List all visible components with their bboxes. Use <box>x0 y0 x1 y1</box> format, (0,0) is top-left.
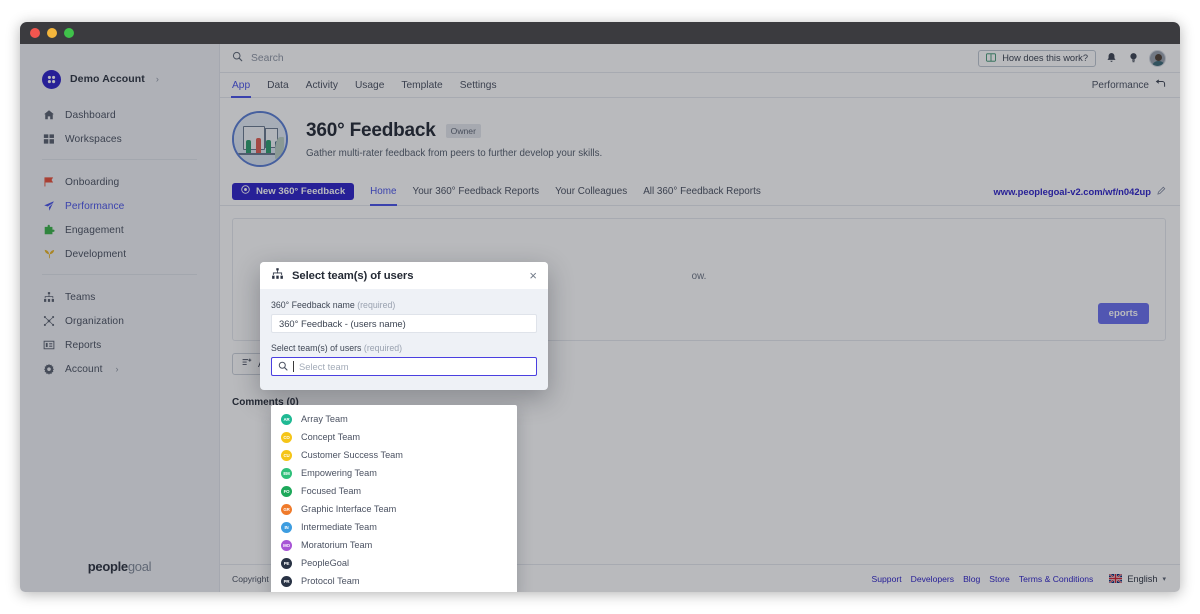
team-option-graphic-interface-team[interactable]: GR Graphic Interface Team <box>271 500 517 518</box>
feedback-name-input[interactable]: 360° Feedback - (users name) <box>271 314 537 333</box>
text-caret <box>293 361 294 372</box>
team-avatar: AR <box>281 413 292 425</box>
modal-title: Select team(s) of users <box>292 269 414 282</box>
close-icon[interactable]: × <box>529 269 537 282</box>
team-option-peoplegoal[interactable]: PE PeopleGoal <box>271 554 517 572</box>
feedback-name-label-text: 360° Feedback name <box>271 300 355 310</box>
team-option-intermediate-team[interactable]: IN Intermediate Team <box>271 518 517 536</box>
team-avatar: MO <box>281 539 292 551</box>
modal-overlay[interactable] <box>20 44 1180 592</box>
team-option-label: Intermediate Team <box>301 522 377 532</box>
team-option-moratorium-team[interactable]: MO Moratorium Team <box>271 536 517 554</box>
close-window-button[interactable] <box>30 28 40 38</box>
team-option-empowering-team[interactable]: EM Empowering Team <box>271 464 517 482</box>
team-option-label: Customer Success Team <box>301 450 403 460</box>
team-option-label: Empowering Team <box>301 468 377 478</box>
team-option-label: Array Team <box>301 414 348 424</box>
required-hint: (required) <box>357 300 396 310</box>
desktop-background: Demo Account › Dashboard Workspaces Onbo… <box>0 0 1200 614</box>
team-option-label: Protocol Team <box>301 576 360 586</box>
team-option-label: PeopleGoal <box>301 558 350 568</box>
modal-header: Select team(s) of users × <box>260 262 548 289</box>
team-search-input[interactable]: Select team <box>271 357 537 376</box>
team-option-label: Focused Team <box>301 486 362 496</box>
maximize-window-button[interactable] <box>64 28 74 38</box>
team-avatar: CO <box>281 431 292 443</box>
minimize-window-button[interactable] <box>47 28 57 38</box>
team-options-dropdown[interactable]: AR Array Team CO Concept Team CU Custome… <box>271 405 517 592</box>
team-search-placeholder: Select team <box>299 361 349 372</box>
org-chart-icon <box>271 267 284 285</box>
team-option-protocol-team[interactable]: PR Protocol Team <box>271 572 517 590</box>
team-avatar: PR <box>281 575 292 587</box>
team-avatar: FO <box>281 485 292 497</box>
team-option-label: Graphic Interface Team <box>301 504 397 514</box>
team-option-label: Moratorium Team <box>301 540 373 550</box>
feedback-name-value: 360° Feedback - (users name) <box>279 318 406 329</box>
window-titlebar <box>20 22 1180 44</box>
team-avatar: EM <box>281 467 292 479</box>
team-option-concept-team[interactable]: CO Concept Team <box>271 428 517 446</box>
modal-body: 360° Feedback name (required) 360° Feedb… <box>260 289 548 592</box>
select-team-label: Select team(s) of users (required) <box>271 343 537 353</box>
team-option-label: Concept Team <box>301 432 361 442</box>
team-avatar: CU <box>281 449 292 461</box>
team-avatar: PE <box>281 557 292 569</box>
required-hint: (required) <box>363 343 403 353</box>
browser-window: Demo Account › Dashboard Workspaces Onbo… <box>20 22 1180 592</box>
team-option-array-team[interactable]: AR Array Team <box>271 410 517 428</box>
team-option-customer-success-team[interactable]: CU Customer Success Team <box>271 446 517 464</box>
team-avatar: IN <box>281 521 292 533</box>
search-icon <box>278 358 288 376</box>
team-avatar: GR <box>281 503 292 515</box>
select-teams-modal: Select team(s) of users × 360° Feedback … <box>260 262 548 592</box>
team-option-focused-team[interactable]: FO Focused Team <box>271 482 517 500</box>
select-team-label-text: Select team(s) of users <box>271 343 362 353</box>
feedback-name-label: 360° Feedback name (required) <box>271 300 537 310</box>
